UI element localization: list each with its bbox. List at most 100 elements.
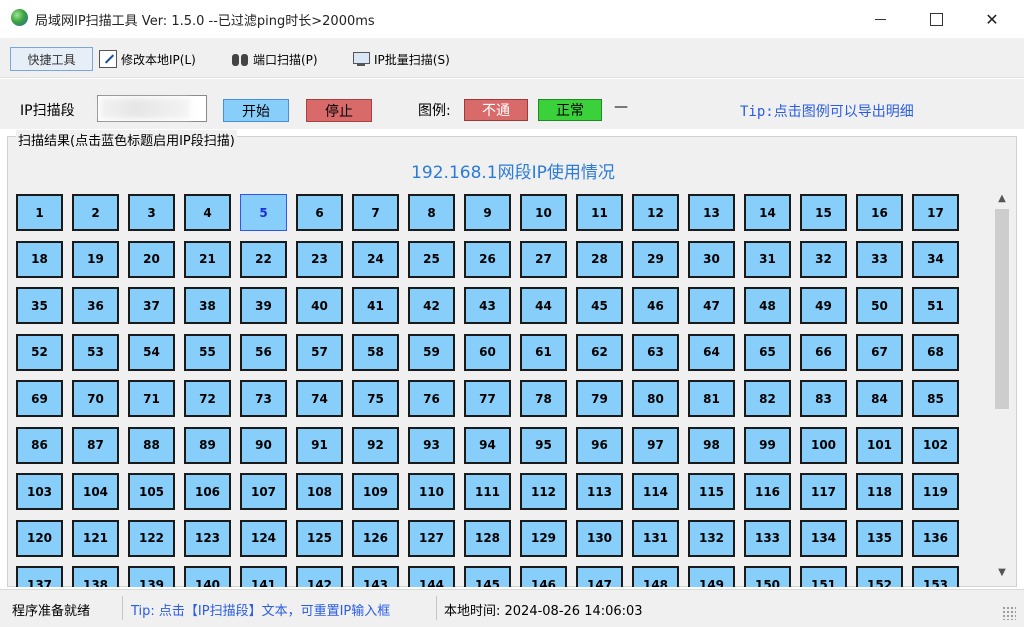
scroll-down-icon[interactable]: ▼ — [993, 563, 1011, 581]
ip-cell-133[interactable]: 133 — [744, 519, 791, 557]
ip-cell-43[interactable]: 43 — [464, 287, 511, 324]
ip-cell-85[interactable]: 85 — [912, 380, 959, 417]
ip-cell-11[interactable]: 11 — [576, 194, 623, 231]
ip-cell-52[interactable]: 52 — [16, 333, 63, 371]
ip-cell-1[interactable]: 1 — [16, 194, 63, 231]
ip-cell-87[interactable]: 87 — [72, 426, 119, 464]
ip-cell-143[interactable]: 143 — [352, 566, 399, 587]
ip-cell-37[interactable]: 37 — [128, 287, 175, 324]
ip-cell-125[interactable]: 125 — [296, 519, 343, 557]
ip-cell-18[interactable]: 18 — [16, 240, 63, 278]
ip-cell-92[interactable]: 92 — [352, 426, 399, 464]
modify-local-ip-button[interactable]: 修改本地IP(L) — [99, 47, 196, 71]
ip-cell-33[interactable]: 33 — [856, 240, 903, 278]
ip-segment-label[interactable]: IP扫描段 — [20, 100, 75, 120]
ip-cell-7[interactable]: 7 — [352, 194, 399, 231]
minimize-button[interactable] — [856, 0, 904, 38]
ip-cell-54[interactable]: 54 — [128, 333, 175, 371]
ip-cell-10[interactable]: 10 — [520, 194, 567, 231]
ip-cell-3[interactable]: 3 — [128, 194, 175, 231]
ip-cell-111[interactable]: 111 — [464, 473, 511, 510]
ip-cell-137[interactable]: 137 — [16, 566, 63, 587]
ip-cell-44[interactable]: 44 — [520, 287, 567, 324]
ip-cell-84[interactable]: 84 — [856, 380, 903, 417]
scroll-up-icon[interactable]: ▲ — [993, 189, 1011, 207]
ip-cell-128[interactable]: 128 — [464, 519, 511, 557]
ip-cell-93[interactable]: 93 — [408, 426, 455, 464]
ip-cell-9[interactable]: 9 — [464, 194, 511, 231]
ip-cell-144[interactable]: 144 — [408, 566, 455, 587]
ip-cell-53[interactable]: 53 — [72, 333, 119, 371]
ip-cell-5[interactable]: 5 — [240, 194, 287, 231]
ip-cell-124[interactable]: 124 — [240, 519, 287, 557]
ip-cell-147[interactable]: 147 — [576, 566, 623, 587]
ip-cell-94[interactable]: 94 — [464, 426, 511, 464]
ip-cell-73[interactable]: 73 — [240, 380, 287, 417]
ip-cell-23[interactable]: 23 — [296, 240, 343, 278]
ip-cell-42[interactable]: 42 — [408, 287, 455, 324]
ip-cell-27[interactable]: 27 — [520, 240, 567, 278]
ip-cell-145[interactable]: 145 — [464, 566, 511, 587]
ip-cell-90[interactable]: 90 — [240, 426, 287, 464]
ip-cell-138[interactable]: 138 — [72, 566, 119, 587]
ip-cell-86[interactable]: 86 — [16, 426, 63, 464]
ip-cell-150[interactable]: 150 — [744, 566, 791, 587]
ip-cell-16[interactable]: 16 — [856, 194, 903, 231]
ip-cell-41[interactable]: 41 — [352, 287, 399, 324]
ip-cell-77[interactable]: 77 — [464, 380, 511, 417]
ip-cell-29[interactable]: 29 — [632, 240, 679, 278]
ip-cell-13[interactable]: 13 — [688, 194, 735, 231]
ip-cell-65[interactable]: 65 — [744, 333, 791, 371]
resize-grip-icon[interactable] — [1002, 606, 1016, 620]
ip-cell-151[interactable]: 151 — [800, 566, 847, 587]
ip-cell-134[interactable]: 134 — [800, 519, 847, 557]
ip-cell-135[interactable]: 135 — [856, 519, 903, 557]
ip-cell-15[interactable]: 15 — [800, 194, 847, 231]
ip-cell-49[interactable]: 49 — [800, 287, 847, 324]
ip-cell-39[interactable]: 39 — [240, 287, 287, 324]
ip-cell-126[interactable]: 126 — [352, 519, 399, 557]
ip-cell-89[interactable]: 89 — [184, 426, 231, 464]
ip-cell-104[interactable]: 104 — [72, 473, 119, 510]
ip-cell-130[interactable]: 130 — [576, 519, 623, 557]
ip-cell-2[interactable]: 2 — [72, 194, 119, 231]
ip-cell-91[interactable]: 91 — [296, 426, 343, 464]
ip-cell-146[interactable]: 146 — [520, 566, 567, 587]
ip-cell-142[interactable]: 142 — [296, 566, 343, 587]
ip-cell-127[interactable]: 127 — [408, 519, 455, 557]
ip-cell-26[interactable]: 26 — [464, 240, 511, 278]
ip-cell-149[interactable]: 149 — [688, 566, 735, 587]
ip-cell-59[interactable]: 59 — [408, 333, 455, 371]
ip-cell-83[interactable]: 83 — [800, 380, 847, 417]
ip-cell-48[interactable]: 48 — [744, 287, 791, 324]
ip-cell-21[interactable]: 21 — [184, 240, 231, 278]
ip-cell-6[interactable]: 6 — [296, 194, 343, 231]
ip-cell-123[interactable]: 123 — [184, 519, 231, 557]
ip-cell-50[interactable]: 50 — [856, 287, 903, 324]
ip-cell-108[interactable]: 108 — [296, 473, 343, 510]
scroll-thumb[interactable] — [995, 209, 1009, 409]
ip-cell-99[interactable]: 99 — [744, 426, 791, 464]
ip-cell-114[interactable]: 114 — [632, 473, 679, 510]
ip-cell-152[interactable]: 152 — [856, 566, 903, 587]
ip-cell-17[interactable]: 17 — [912, 194, 959, 231]
ip-cell-35[interactable]: 35 — [16, 287, 63, 324]
ip-cell-75[interactable]: 75 — [352, 380, 399, 417]
ip-cell-95[interactable]: 95 — [520, 426, 567, 464]
ip-cell-103[interactable]: 103 — [16, 473, 63, 510]
ip-cell-34[interactable]: 34 — [912, 240, 959, 278]
ip-cell-47[interactable]: 47 — [688, 287, 735, 324]
ip-cell-107[interactable]: 107 — [240, 473, 287, 510]
ip-cell-119[interactable]: 119 — [912, 473, 959, 510]
ip-cell-131[interactable]: 131 — [632, 519, 679, 557]
ip-cell-105[interactable]: 105 — [128, 473, 175, 510]
stop-button[interactable]: 停止 — [306, 99, 372, 122]
ip-cell-61[interactable]: 61 — [520, 333, 567, 371]
ip-cell-24[interactable]: 24 — [352, 240, 399, 278]
maximize-button[interactable] — [912, 0, 960, 38]
ip-cell-55[interactable]: 55 — [184, 333, 231, 371]
ip-cell-12[interactable]: 12 — [632, 194, 679, 231]
ip-cell-115[interactable]: 115 — [688, 473, 735, 510]
ip-cell-56[interactable]: 56 — [240, 333, 287, 371]
ip-cell-74[interactable]: 74 — [296, 380, 343, 417]
